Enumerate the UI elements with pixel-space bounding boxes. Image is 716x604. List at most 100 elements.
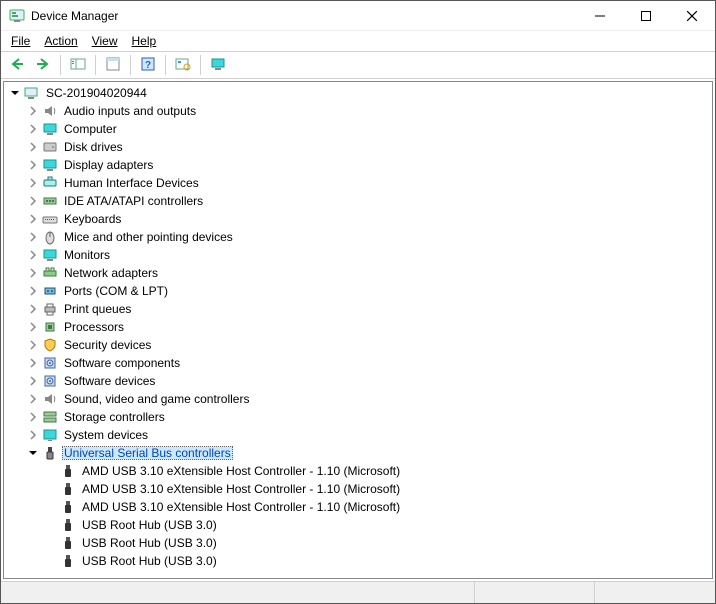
maximize-button[interactable] [623,1,669,31]
software-icon [42,355,58,371]
tree-root[interactable]: SC-201904020944 [4,84,712,102]
expander-icon[interactable] [26,320,40,334]
monitor-icon [42,247,58,263]
back-button[interactable] [5,54,29,76]
usbdev-icon [60,463,76,479]
tree-category[interactable]: Mice and other pointing devices [4,228,712,246]
disk-icon [42,139,58,155]
menu-action[interactable]: Action [38,33,83,49]
expander-icon[interactable] [26,410,40,424]
usbdev-icon [60,553,76,569]
expander-icon[interactable] [26,176,40,190]
expander-icon[interactable] [26,356,40,370]
tree-category[interactable]: Audio inputs and outputs [4,102,712,120]
security-icon [42,337,58,353]
tree-category[interactable]: Universal Serial Bus controllers [4,444,712,462]
tree-device[interactable]: AMD USB 3.10 eXtensible Host Controller … [4,480,712,498]
tree-node-label: Network adapters [62,266,160,280]
tree-node-label: Sound, video and game controllers [62,392,251,406]
device-tree[interactable]: SC-201904020944 Audio inputs and outputs C… [3,81,713,579]
console-tree-icon [70,57,86,74]
tree-node-label: Audio inputs and outputs [62,104,198,118]
tree-category[interactable]: Computer [4,120,712,138]
tree-category[interactable]: IDE ATA/ATAPI controllers [4,192,712,210]
tree-node-label: USB Root Hub (USB 3.0) [80,554,219,568]
tree-node-label: AMD USB 3.10 eXtensible Host Controller … [80,464,402,478]
expander-icon[interactable] [26,266,40,280]
expander-icon[interactable] [26,230,40,244]
usb-icon [42,445,58,461]
tree-category[interactable]: Software devices [4,372,712,390]
expander-icon[interactable] [26,302,40,316]
minimize-button[interactable] [577,1,623,31]
menu-file[interactable]: File [5,33,36,49]
tree-category[interactable]: Security devices [4,336,712,354]
scan-icon [175,57,191,74]
tree-node-label: Universal Serial Bus controllers [62,446,233,460]
tree-category[interactable]: Disk drives [4,138,712,156]
expander-icon[interactable] [26,140,40,154]
expander-icon[interactable] [26,104,40,118]
expander-icon[interactable] [26,284,40,298]
menu-view[interactable]: View [86,33,124,49]
tree-node-label: Processors [62,320,126,334]
app-icon [9,8,25,24]
tree-category[interactable]: Ports (COM & LPT) [4,282,712,300]
menu-file-label: File [11,34,30,48]
usbdev-icon [60,481,76,497]
expander-icon[interactable] [26,338,40,352]
forward-button[interactable] [31,54,55,76]
tree-device[interactable]: USB Root Hub (USB 3.0) [4,534,712,552]
tree-node-label: USB Root Hub (USB 3.0) [80,536,219,550]
tree-device[interactable]: USB Root Hub (USB 3.0) [4,552,712,570]
show-hide-console-button[interactable] [66,54,90,76]
tree-node-label: Human Interface Devices [62,176,201,190]
expander-icon[interactable] [26,392,40,406]
keyboard-icon [42,211,58,227]
tree-category[interactable]: Storage controllers [4,408,712,426]
mouse-icon [42,229,58,245]
tree-category[interactable]: Sound, video and game controllers [4,390,712,408]
svg-text:?: ? [145,60,151,71]
tree-category[interactable]: Display adapters [4,156,712,174]
expander-icon[interactable] [8,86,22,100]
expander-icon[interactable] [26,248,40,262]
tree-node-label: System devices [62,428,150,442]
tree-node-label: Computer [62,122,119,136]
tree-device[interactable]: AMD USB 3.10 eXtensible Host Controller … [4,498,712,516]
expander-icon[interactable] [26,122,40,136]
tree-device[interactable]: AMD USB 3.10 eXtensible Host Controller … [4,462,712,480]
arrow-left-icon [10,57,24,74]
tree-category[interactable]: System devices [4,426,712,444]
expander-icon[interactable] [26,446,40,460]
printer-icon [42,301,58,317]
menu-help[interactable]: Help [126,33,163,49]
expander-icon[interactable] [26,428,40,442]
tree-node-label: IDE ATA/ATAPI controllers [62,194,205,208]
tree-category[interactable]: Software components [4,354,712,372]
tree-node-label: USB Root Hub (USB 3.0) [80,518,219,532]
tree-category[interactable]: Human Interface Devices [4,174,712,192]
port-icon [42,283,58,299]
devices-view-button[interactable] [206,54,230,76]
tree-category[interactable]: Processors [4,318,712,336]
tree-device[interactable]: USB Root Hub (USB 3.0) [4,516,712,534]
menu-view-label: View [92,34,118,48]
expander-icon[interactable] [26,158,40,172]
expander-icon[interactable] [26,374,40,388]
tree-category[interactable]: Network adapters [4,264,712,282]
tree-category[interactable]: Keyboards [4,210,712,228]
network-icon [42,265,58,281]
status-bar [1,581,715,603]
help-button[interactable]: ? [136,54,160,76]
scan-hardware-button[interactable] [171,54,195,76]
expander-icon[interactable] [26,212,40,226]
tree-category[interactable]: Monitors [4,246,712,264]
tree-node-label: Display adapters [62,158,155,172]
menu-help-label: Help [132,34,157,48]
expander-icon[interactable] [26,194,40,208]
tree-category[interactable]: Print queues [4,300,712,318]
properties-button[interactable] [101,54,125,76]
close-button[interactable] [669,1,715,31]
storage-icon [42,409,58,425]
